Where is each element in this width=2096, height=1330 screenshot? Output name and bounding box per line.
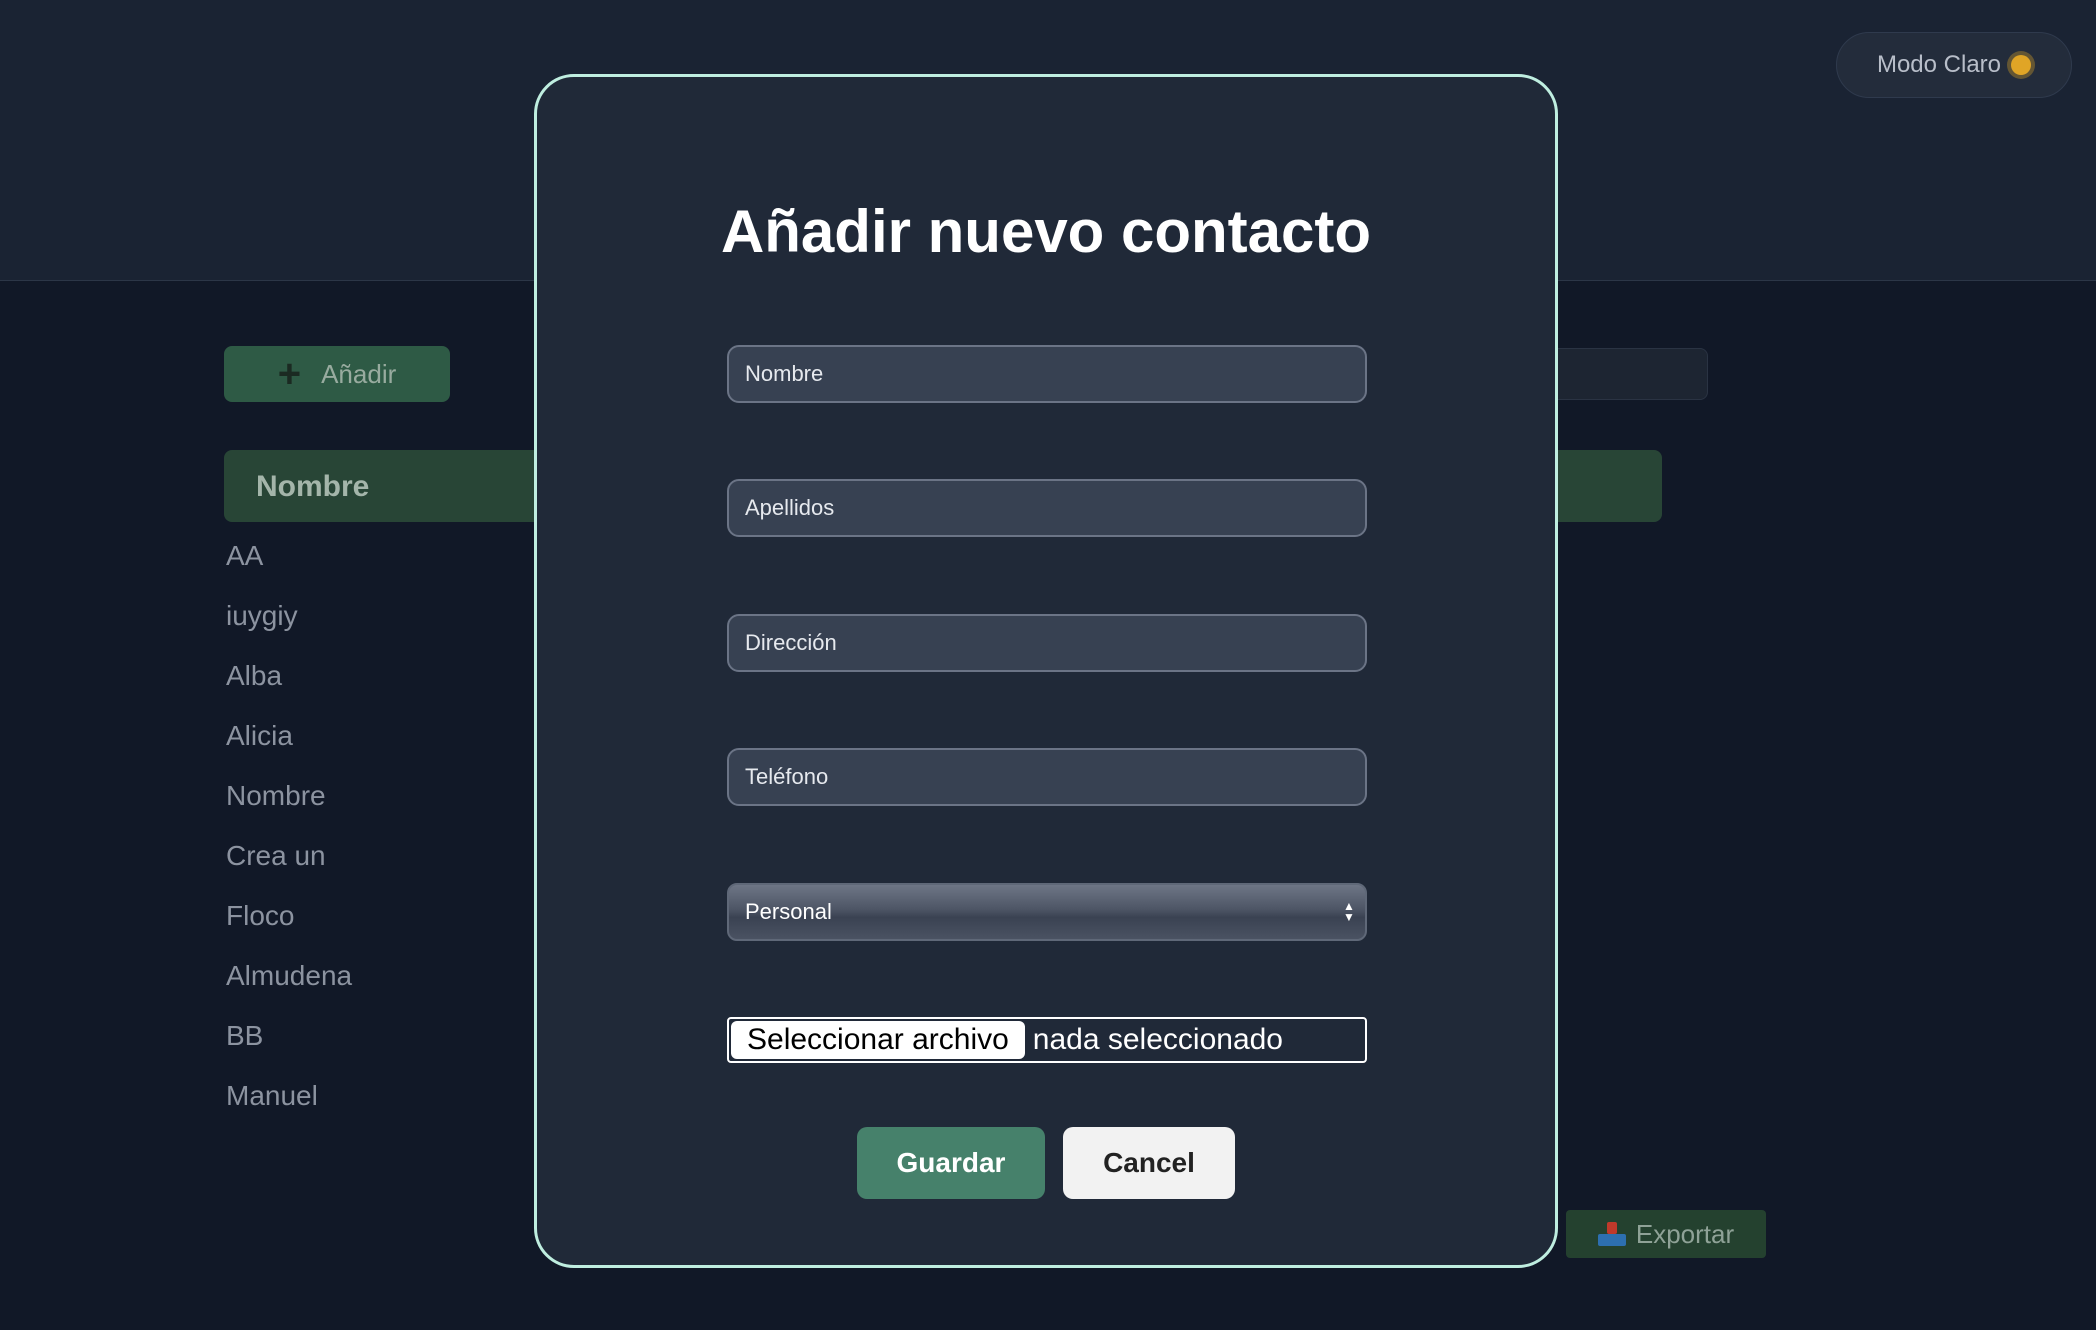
cancel-button[interactable]: Cancel (1063, 1127, 1235, 1199)
file-status-text: nada seleccionado (1032, 1023, 1283, 1056)
list-item[interactable]: iuygiy (226, 600, 352, 660)
page: Modo Claro + Añadir Nombre AA iuygiy Alb… (0, 0, 2096, 1330)
list-item[interactable]: Nombre (226, 780, 352, 840)
add-contact-modal: Añadir nuevo contacto Personal ▲▼ Selecc… (534, 74, 1558, 1268)
choose-file-button[interactable]: Seleccionar archivo (731, 1021, 1025, 1059)
export-label: Exportar (1635, 1218, 1735, 1249)
list-item[interactable]: Floco (226, 900, 352, 960)
category-select[interactable]: Personal ▲ ▼ (727, 883, 1367, 941)
list-item[interactable]: Manuel (226, 1080, 352, 1140)
apellidos-field[interactable] (727, 479, 1367, 537)
column-header-name[interactable]: Nombre (256, 470, 369, 504)
add-contact-button[interactable]: + Añadir (224, 346, 450, 402)
list-item[interactable]: BB (226, 1020, 352, 1080)
telefono-field[interactable] (727, 748, 1367, 806)
add-contact-label: Añadir (321, 358, 397, 389)
sun-icon (2011, 55, 2032, 75)
inbox-icon (1597, 1222, 1626, 1246)
file-input: Seleccionar archivo nada seleccionado (727, 1017, 1367, 1063)
list-item[interactable]: Alicia (226, 720, 352, 780)
list-item[interactable]: Alba (226, 660, 352, 720)
select-arrows-icon: ▲ ▼ (1343, 899, 1355, 924)
modal-title: Añadir nuevo contacto (720, 198, 1372, 265)
export-button[interactable]: Exportar (1566, 1210, 1766, 1258)
list-item[interactable]: Almudena (226, 960, 352, 1020)
list-item[interactable]: AA (226, 540, 352, 600)
category-selected-value: Personal (745, 899, 832, 924)
contact-list: AA iuygiy Alba Alicia Nombre Crea un Flo… (226, 540, 352, 1140)
theme-toggle-button[interactable]: Modo Claro (1836, 32, 2072, 98)
theme-toggle-label: Modo Claro (1876, 51, 2002, 78)
list-item[interactable]: Crea un (226, 840, 352, 900)
nombre-field[interactable] (727, 345, 1367, 403)
plus-icon: + (277, 352, 302, 396)
direccion-field[interactable] (727, 614, 1367, 672)
save-button[interactable]: Guardar (857, 1127, 1045, 1199)
